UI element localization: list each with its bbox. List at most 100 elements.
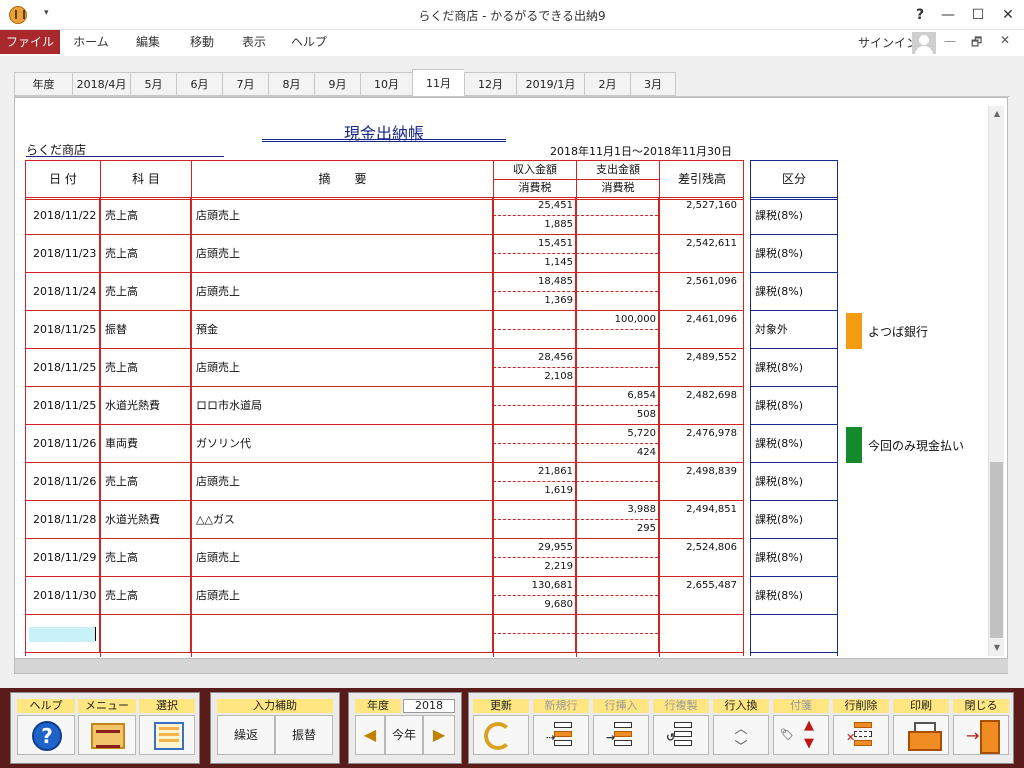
cell-balance[interactable]: 2,524,806 <box>659 539 737 557</box>
cell-category[interactable]: 課税(8%) <box>751 197 838 235</box>
select-button[interactable]: 選択 <box>139 699 195 755</box>
cell-expense[interactable] <box>576 235 656 253</box>
cell-category[interactable]: 課税(8%) <box>751 235 838 273</box>
cell-income-tax[interactable]: 9,680 <box>493 596 573 614</box>
menu-view[interactable]: 表示 <box>230 30 278 54</box>
tab-10[interactable]: 2019/1月 <box>516 72 584 96</box>
cell-income-tax[interactable] <box>493 330 573 348</box>
cell-subject[interactable]: 売上高 <box>105 273 193 310</box>
cell-income[interactable] <box>493 501 573 519</box>
cell-income[interactable]: 21,861 <box>493 463 573 481</box>
cell-category[interactable]: 課税(8%) <box>751 387 838 425</box>
cell-balance[interactable]: 2,561,096 <box>659 273 737 291</box>
next-year-button[interactable]: ▶ <box>423 715 455 755</box>
cell-expense-tax[interactable] <box>576 368 656 386</box>
table-row[interactable]: 2018/11/28 水道光熱費 △△ガス 3,988 295 2,494,851 <box>25 501 744 539</box>
menu-edit[interactable]: 編集 <box>122 30 174 54</box>
cell-subject[interactable]: 売上高 <box>105 197 193 234</box>
tab-2[interactable]: 5月 <box>130 72 176 96</box>
cell-category[interactable]: 課税(8%) <box>751 425 838 463</box>
cell-expense-tax[interactable] <box>576 558 656 576</box>
close-button[interactable]: 閉じる <box>953 699 1009 755</box>
cell-date[interactable]: 2018/11/23 <box>33 235 103 272</box>
insert-row-button[interactable]: 行挿入 → <box>593 699 649 755</box>
cell-expense-tax[interactable] <box>576 292 656 310</box>
table-row[interactable]: 2018/11/22 売上高 店頭売上 25,451 1,885 2,527,160 <box>25 197 744 235</box>
cell-expense[interactable]: 6,854 <box>576 387 656 405</box>
cell-expense-tax[interactable]: 508 <box>576 406 656 424</box>
cell-income-tax[interactable]: 1,619 <box>493 482 573 500</box>
this-year-button[interactable]: 今年 <box>385 715 423 755</box>
cell-subject[interactable]: 水道光熱費 <box>105 387 193 424</box>
prev-year-button[interactable]: ◀ <box>355 715 385 755</box>
cell-description[interactable]: 店頭売上 <box>196 349 486 386</box>
cell-category[interactable]: 課税(8%) <box>751 501 838 539</box>
menu-file[interactable]: ファイル <box>0 30 60 54</box>
cell-balance[interactable]: 2,476,978 <box>659 425 737 443</box>
cell-category[interactable] <box>751 615 838 653</box>
scroll-down-icon[interactable]: ▼ <box>989 640 1005 656</box>
menu-home[interactable]: ホーム <box>62 30 120 54</box>
table-row[interactable]: 2018/11/25 水道光熱費 ロロ市水道局 6,854 508 2,482,698 <box>25 387 744 425</box>
tab-3[interactable]: 6月 <box>176 72 222 96</box>
cell-category[interactable]: 課税(8%) <box>751 349 838 387</box>
cell-expense-tax[interactable] <box>576 330 656 348</box>
cell-date[interactable]: 2018/11/25 <box>33 387 103 424</box>
cell-subject[interactable]: 売上高 <box>105 577 193 614</box>
cell-description[interactable]: 預金 <box>196 311 486 348</box>
cell-subject[interactable]: 売上高 <box>105 539 193 576</box>
cell-description[interactable]: 店頭売上 <box>196 235 486 272</box>
ribbon-minimize-button[interactable]: — <box>944 34 956 48</box>
cell-date[interactable]: 2018/11/26 <box>33 463 103 500</box>
cell-expense[interactable] <box>576 539 656 557</box>
cell-balance[interactable]: 2,655,487 <box>659 577 737 595</box>
cell-expense-tax[interactable]: 424 <box>576 444 656 462</box>
cell-description[interactable]: ガソリン代 <box>196 425 486 462</box>
cell-balance[interactable]: 2,542,611 <box>659 235 737 253</box>
tab-6[interactable]: 9月 <box>314 72 360 96</box>
table-row[interactable]: 2018/11/26 車両費 ガソリン代 5,720 424 2,476,978 <box>25 425 744 463</box>
cell-subject[interactable]: 売上高 <box>105 463 193 500</box>
cell-subject[interactable]: 売上高 <box>105 235 193 272</box>
avatar[interactable] <box>912 32 936 54</box>
cell-expense[interactable] <box>576 197 656 215</box>
cell-income[interactable] <box>493 387 573 405</box>
cell-expense-tax[interactable] <box>576 482 656 500</box>
new-row-button[interactable]: 新規行 ⇢ <box>533 699 589 755</box>
cell-description[interactable]: 店頭売上 <box>196 273 486 310</box>
table-row[interactable]: 2018/11/26 売上高 店頭売上 21,861 1,619 2,498,839 <box>25 463 744 501</box>
ribbon-restore-button[interactable]: 🗗 <box>971 33 982 54</box>
cell-income[interactable] <box>493 425 573 443</box>
cell-balance[interactable]: 2,498,839 <box>659 463 737 481</box>
table-row[interactable]: 2018/11/29 売上高 店頭売上 29,955 2,219 2,524,806 <box>25 539 744 577</box>
print-button[interactable]: 印刷 <box>893 699 949 755</box>
cell-balance[interactable]: 2,527,160 <box>659 197 737 215</box>
cell-category[interactable]: 課税(8%) <box>751 539 838 577</box>
maximize-button[interactable]: ☐ <box>962 3 994 27</box>
cell-income[interactable]: 130,681 <box>493 577 573 595</box>
delete-row-button[interactable]: 行削除 ✕ <box>833 699 889 755</box>
cell-category[interactable]: 課税(8%) <box>751 577 838 615</box>
cell-date[interactable]: 2018/11/25 <box>33 311 103 348</box>
cell-category[interactable]: 課税(8%) <box>751 463 838 501</box>
tab-0[interactable]: 年度 <box>14 72 72 96</box>
copy-row-button[interactable]: 行複製 ↺ <box>653 699 709 755</box>
cell-balance[interactable]: 2,461,096 <box>659 311 737 329</box>
cell-expense[interactable]: 3,988 <box>576 501 656 519</box>
cell-income-tax[interactable] <box>493 520 573 538</box>
cell-expense-tax[interactable]: 295 <box>576 520 656 538</box>
new-entry-date-input[interactable] <box>29 627 95 642</box>
cell-income[interactable]: 29,955 <box>493 539 573 557</box>
tab-4[interactable]: 7月 <box>222 72 268 96</box>
tab-8[interactable]: 11月 <box>412 69 464 96</box>
tag-button[interactable]: 付箋 🏷 ▲ ▼ <box>773 699 829 755</box>
cell-income-tax[interactable] <box>493 444 573 462</box>
cell-description[interactable]: 店頭売上 <box>196 197 486 234</box>
cell-subject[interactable]: 振替 <box>105 311 193 348</box>
cell-income[interactable]: 15,451 <box>493 235 573 253</box>
menu-button[interactable]: メニュー <box>78 699 136 755</box>
cell-description[interactable]: 店頭売上 <box>196 539 486 576</box>
cell-expense[interactable]: 5,720 <box>576 425 656 443</box>
swap-row-button[interactable]: 行入換 ︿ ﹀ <box>713 699 769 755</box>
scroll-up-icon[interactable]: ▲ <box>989 106 1005 122</box>
